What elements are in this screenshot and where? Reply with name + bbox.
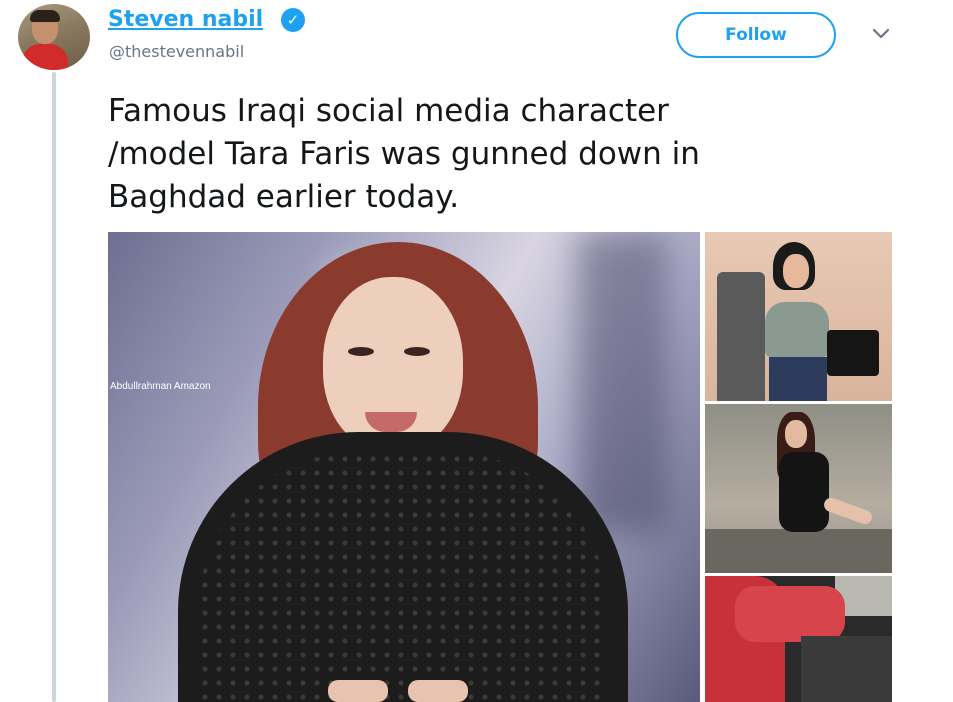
photo-rubble (717, 272, 765, 401)
photo-subject-eye (404, 347, 430, 356)
tweet-photo-thumbnail-3[interactable] (705, 576, 892, 702)
follow-button[interactable]: Follow (676, 12, 836, 58)
thread-line (52, 72, 56, 702)
photo-subject-jeans (769, 357, 827, 401)
tweet-photo-thumbnail-2[interactable] (705, 404, 892, 573)
photo-subject-face (783, 254, 809, 288)
photo-subject-eye (348, 347, 374, 356)
avatar[interactable] (18, 4, 90, 70)
avatar-hair (30, 10, 60, 22)
chevron-down-icon (872, 28, 890, 39)
author-username[interactable]: @thestevennabil (109, 42, 244, 61)
photo-handbag (827, 330, 879, 376)
photo-watermark: Abdullrahman Amazon (110, 381, 211, 392)
photo-subject-hand (408, 680, 468, 702)
tweet-photo-main[interactable]: Abdullrahman Amazon (108, 232, 700, 702)
photo-subject-legs (822, 495, 874, 527)
photo-subject-top (765, 302, 829, 357)
photo-subject-face (785, 420, 807, 448)
photo-subject-hand (328, 680, 388, 702)
photo-car-seat (735, 586, 845, 642)
photo-ledge (705, 529, 892, 573)
photo-background-shadow (578, 232, 668, 532)
tweet-text: Famous Iraqi social media character /mod… (108, 93, 700, 215)
verified-badge-icon: ✓ (281, 8, 305, 32)
photo-subject-dress (779, 452, 829, 532)
avatar-shirt (22, 44, 68, 70)
author-display-name[interactable]: Steven nabil (108, 7, 263, 32)
tweet-photo-thumbnail-1[interactable] (705, 232, 892, 401)
more-options-button[interactable] (868, 24, 894, 44)
photo-subject-lace (198, 452, 608, 702)
photo-car-console (801, 636, 892, 702)
